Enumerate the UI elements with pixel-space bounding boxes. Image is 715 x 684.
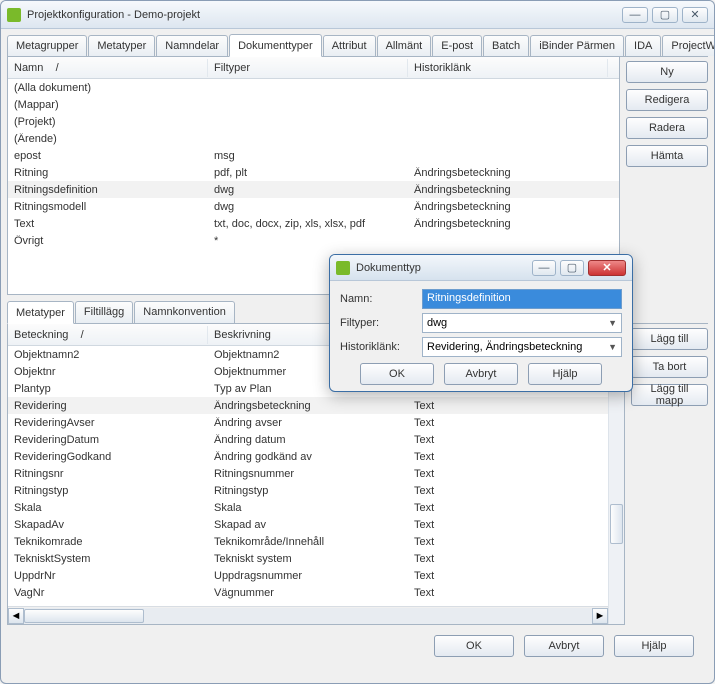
dialog-title: Dokumenttyp <box>356 262 532 274</box>
fetch-button[interactable]: Hämta <box>626 145 708 167</box>
dialog-cancel-button[interactable]: Avbryt <box>444 363 518 385</box>
table-row[interactable]: RevideringGodkandÄndring godkänd avText <box>8 448 608 465</box>
dialog-titlebar[interactable]: Dokumenttyp — ▢ ✕ <box>330 255 632 281</box>
table-row[interactable]: RevideringÄndringsbeteckningText <box>8 397 608 414</box>
new-button[interactable]: Ny <box>626 61 708 83</box>
window-title: Projektkonfiguration - Demo-projekt <box>27 9 622 21</box>
dialog-icon <box>336 261 350 275</box>
name-input[interactable]: Ritningsdefinition <box>422 289 622 309</box>
ok-button[interactable]: OK <box>434 635 514 657</box>
dialog-maximize-button[interactable]: ▢ <box>560 260 584 276</box>
dialog-help-button[interactable]: Hjälp <box>528 363 602 385</box>
tab-allmänt[interactable]: Allmänt <box>377 35 432 56</box>
table-row[interactable]: RitningsnrRitningsnummerText <box>8 465 608 482</box>
help-button[interactable]: Hjälp <box>614 635 694 657</box>
tab-attribut[interactable]: Attribut <box>323 35 376 56</box>
table-row[interactable]: Texttxt, doc, docx, zip, xls, xlsx, pdfÄ… <box>8 215 619 232</box>
col-name[interactable]: Namn / <box>8 59 208 77</box>
table-row[interactable]: Ritningpdf, pltÄndringsbeteckning <box>8 164 619 181</box>
tab-metatyper[interactable]: Metatyper <box>88 35 155 56</box>
subtab-filtillägg[interactable]: Filtillägg <box>75 301 133 323</box>
tab-batch[interactable]: Batch <box>483 35 529 56</box>
table-row[interactable]: TeknisktSystemTekniskt systemText <box>8 550 608 567</box>
table-row[interactable]: SkalaSkalaText <box>8 499 608 516</box>
col-history[interactable]: Historiklänk <box>408 59 608 77</box>
dialog-close-button[interactable]: ✕ <box>588 260 626 276</box>
table-row[interactable]: epostmsg <box>8 147 619 164</box>
tab-ibinder pärmen[interactable]: iBinder Pärmen <box>530 35 624 56</box>
table-row[interactable]: (Mappar) <box>8 96 619 113</box>
dialog-minimize-button[interactable]: — <box>532 260 556 276</box>
table-row[interactable]: UppdrNrUppdragsnummerText <box>8 567 608 584</box>
add-folder-button[interactable]: Lägg till mapp <box>631 384 708 406</box>
chevron-down-icon: ▼ <box>608 318 617 328</box>
table-row[interactable]: RitningstypRitningstypText <box>8 482 608 499</box>
table-row[interactable]: Övrigt* <box>8 232 619 249</box>
table-row[interactable]: RitningsdefinitiondwgÄndringsbeteckning <box>8 181 619 198</box>
table-row[interactable]: (Alla dokument) <box>8 79 619 96</box>
tab-namndelar[interactable]: Namndelar <box>156 35 228 56</box>
dialog-ok-button[interactable]: OK <box>360 363 434 385</box>
col-filetypes[interactable]: Filtyper <box>208 59 408 77</box>
table-row[interactable]: TeknikomradeTeknikområde/InnehållText <box>8 533 608 550</box>
tab-ida[interactable]: IDA <box>625 35 661 56</box>
history-combo[interactable]: Revidering, Ändringsbeteckning▼ <box>422 337 622 357</box>
app-icon <box>7 8 21 22</box>
label-history: Historiklänk: <box>340 341 422 353</box>
close-button[interactable]: ✕ <box>682 7 708 23</box>
table-row[interactable]: (Ärende) <box>8 130 619 147</box>
remove-button[interactable]: Ta bort <box>631 356 708 378</box>
tab-e-post[interactable]: E-post <box>432 35 482 56</box>
minimize-button[interactable]: — <box>622 7 648 23</box>
edit-button[interactable]: Redigera <box>626 89 708 111</box>
table-row[interactable]: RevideringDatumÄndring datumText <box>8 431 608 448</box>
main-tabs: MetagrupperMetatyperNamndelarDokumenttyp… <box>7 33 708 57</box>
chevron-down-icon: ▼ <box>608 342 617 352</box>
cancel-button[interactable]: Avbryt <box>524 635 604 657</box>
label-name: Namn: <box>340 293 422 305</box>
label-filetypes: Filtyper: <box>340 317 422 329</box>
table-row[interactable]: SkapadAvSkapad avText <box>8 516 608 533</box>
table-row[interactable]: (Projekt) <box>8 113 619 130</box>
maximize-button[interactable]: ▢ <box>652 7 678 23</box>
subtab-namnkonvention[interactable]: Namnkonvention <box>134 301 235 323</box>
tab-metagrupper[interactable]: Metagrupper <box>7 35 87 56</box>
delete-button[interactable]: Radera <box>626 117 708 139</box>
tab-projectwise[interactable]: ProjectWise <box>662 35 715 56</box>
filetypes-combo[interactable]: dwg▼ <box>422 313 622 333</box>
document-types-grid[interactable]: Namn / Filtyper Historiklänk (Alla dokum… <box>8 57 619 249</box>
titlebar[interactable]: Projektkonfiguration - Demo-projekt — ▢ … <box>1 1 714 29</box>
horizontal-scrollbar[interactable]: ◄ ► <box>8 606 608 624</box>
col-code[interactable]: Beteckning / <box>8 326 208 344</box>
table-row[interactable]: RevideringAvserÄndring avserText <box>8 414 608 431</box>
document-type-dialog: Dokumenttyp — ▢ ✕ Namn: Ritningsdefiniti… <box>329 254 633 392</box>
tab-dokumenttyper[interactable]: Dokumenttyper <box>229 34 322 57</box>
subtab-metatyper[interactable]: Metatyper <box>7 301 74 324</box>
add-button[interactable]: Lägg till <box>631 328 708 350</box>
table-row[interactable]: RitningsmodelldwgÄndringsbeteckning <box>8 198 619 215</box>
table-row[interactable]: VagNrVägnummerText <box>8 584 608 601</box>
